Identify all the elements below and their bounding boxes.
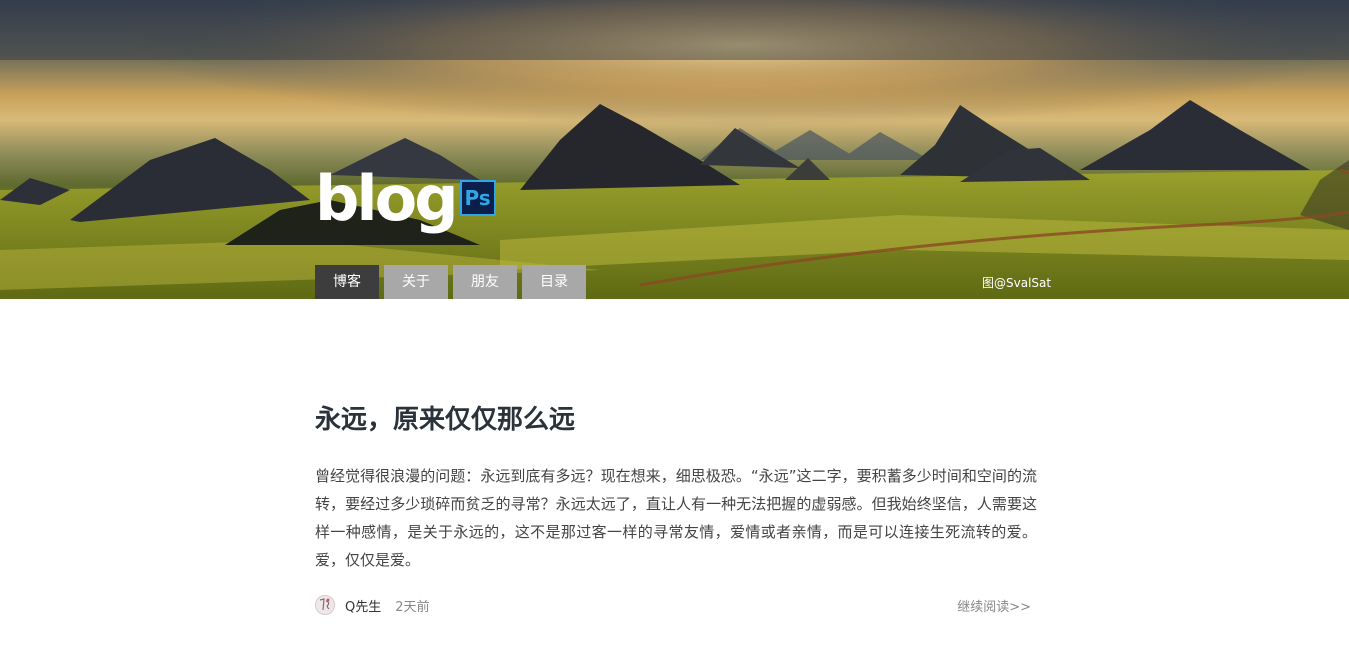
avatar[interactable] [315,595,335,615]
header-banner: blog Ps 博客 关于 朋友 目录 图@SvalSat [0,0,1349,299]
photo-credit: 图@SvalSat [982,276,1052,290]
nav-item-about[interactable]: 关于 [384,265,448,299]
site-logo[interactable]: blog Ps [315,168,496,230]
read-more-link[interactable]: 继续阅读>> [957,596,1031,615]
post-author[interactable]: Q先生 [345,596,381,615]
nav-item-blog[interactable]: 博客 [315,265,379,299]
nav-item-friends[interactable]: 朋友 [453,265,517,299]
nav-item-catalog[interactable]: 目录 [522,265,586,299]
post-excerpt: 曾经觉得很浪漫的问题：永远到底有多远？现在想来，细思极恐。“永远”这二字，要积蓄… [315,467,1037,569]
post-time: 2天前 [395,599,430,615]
post-meta: Q先生 2天前 继续阅读>> [315,594,1031,616]
post-title[interactable]: 永远，原来仅仅那么远 [315,400,1037,440]
avatar-sketch-icon [319,598,330,611]
logo-text: blog [315,162,459,235]
banner-landscape-image [0,0,1349,299]
photoshop-badge-icon: Ps [459,180,496,216]
main-nav: 博客 关于 朋友 目录 [315,265,586,299]
post-card: 永远，原来仅仅那么远 曾经觉得很浪漫的问题：永远到底有多远？现在想来，细思极恐。… [315,400,1037,615]
